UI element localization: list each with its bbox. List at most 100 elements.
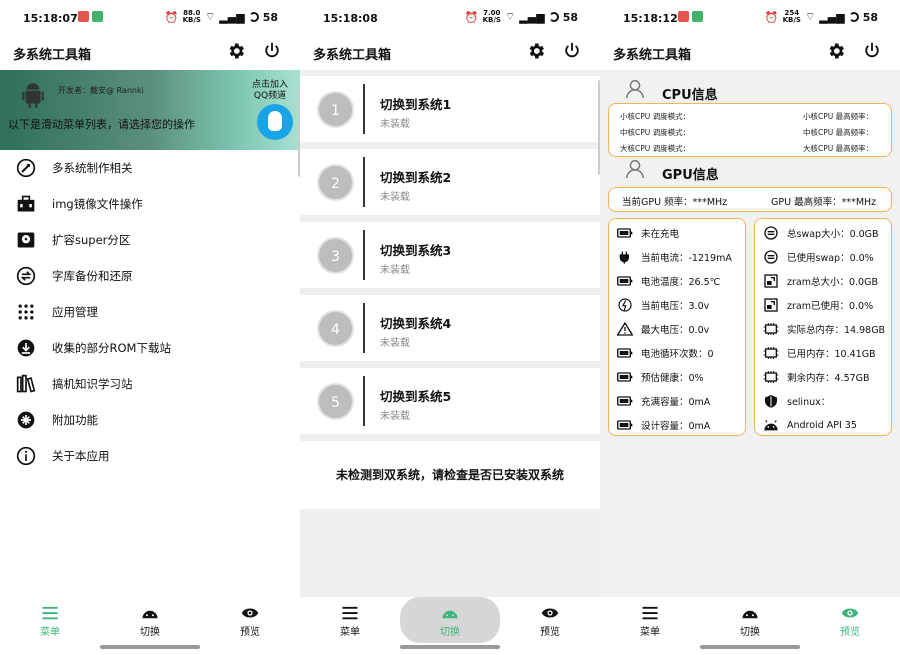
eye-icon — [241, 608, 259, 618]
android-icon — [22, 83, 44, 108]
power-icon[interactable] — [562, 41, 582, 61]
stat-row: zram总大小：0.0GB — [763, 269, 878, 293]
android-icon — [142, 610, 158, 619]
battery-full-icon — [617, 420, 633, 430]
stat-row: 设计容量：0mA — [617, 413, 710, 437]
system-card[interactable]: 5 切换到系统5 未装载 — [300, 368, 600, 434]
menu-list: 多系统制作相关 img镜像文件操作 扩容super分区 字库备份和还原 应用管理… — [0, 150, 300, 474]
stat-label: 已用内存：10.41GB — [787, 349, 876, 360]
no-dual-system-notice: 未检测到双系统，请检查是否已安装双系统 — [300, 441, 600, 509]
power-icon[interactable] — [262, 41, 282, 61]
gpu-info-box: 当前GPU 频率：***MHz GPU 最高频率：***MHz — [608, 187, 892, 212]
system-card[interactable]: 3 切换到系统3 未装载 — [300, 222, 600, 288]
warning-icon — [617, 322, 633, 336]
menu-hint: 以下是滑动菜单列表，请选择您的操作 — [8, 118, 195, 131]
nav-menu[interactable]: 菜单 — [15, 605, 85, 638]
apps-grid-icon — [18, 304, 34, 320]
stat-row: 总swap大小：0.0GB — [763, 221, 879, 245]
cpu-mid-maxfreq: 中核CPU 最高频率： — [803, 128, 874, 137]
gear-icon[interactable] — [226, 41, 246, 61]
preview-screen: 15:18:12 ⏰ 254 KB/S ⌔ ▂▄▆ 58 多系统工具箱 CPU信息… — [600, 0, 900, 655]
nav-menu[interactable]: 菜单 — [615, 605, 685, 638]
gesture-handle — [400, 645, 500, 649]
alarm-icon: ⏰ — [164, 10, 179, 24]
join-qq-link[interactable]: 点击加入 QQ频道 — [252, 80, 288, 102]
menu-item-label: 搞机知识学习站 — [52, 377, 133, 391]
signal-icon: ▂▄▆ — [519, 10, 545, 24]
card-divider — [363, 230, 365, 280]
battery-ring-icon — [848, 12, 859, 22]
stat-label: 已使用swap：0.0% — [787, 253, 874, 264]
nav-preview[interactable]: 预览 — [515, 605, 585, 638]
cpu-small-governor: 小核CPU 调度模式： — [620, 112, 691, 121]
gear-icon[interactable] — [826, 41, 846, 61]
stat-label: 剩余内存：4.57GB — [787, 373, 870, 384]
eye-icon — [841, 608, 859, 618]
person-icon — [626, 160, 644, 179]
menu-banner: 开发者：戴安@ Rannki 点击加入 QQ频道 以下是滑动菜单列表，请选择您的操… — [0, 70, 300, 150]
nav-switch[interactable]: 切换 — [400, 597, 500, 643]
nav-preview[interactable]: 预览 — [815, 605, 885, 638]
status-right: ⏰ 88.0 KB/S ⌔ ▂▄▆ 58 — [165, 10, 278, 24]
menu-item-extra[interactable]: 附加功能 — [0, 402, 300, 438]
memory-icon — [763, 323, 779, 335]
status-time: 15:18:08 — [323, 12, 378, 25]
stat-row: 未在充电 — [617, 221, 679, 245]
system-number: 2 — [317, 164, 354, 201]
menu-item-label: 扩容super分区 — [52, 233, 131, 247]
status-right: ⏰ 7.00 KB/S ⌔ ▂▄▆ 58 — [465, 10, 578, 24]
menu-item-apps[interactable]: 应用管理 — [0, 294, 300, 330]
gpu-section-title: GPU信息 — [662, 168, 719, 183]
nav-menu[interactable]: 菜单 — [315, 605, 385, 638]
system-title: 切换到系统2 — [380, 170, 452, 185]
qq-icon[interactable] — [257, 104, 293, 140]
system-title: 切换到系统5 — [380, 389, 452, 404]
menu-item-multisystem[interactable]: 多系统制作相关 — [0, 150, 300, 186]
app-title: 多系统工具箱 — [613, 48, 692, 63]
status-time: 15:18:07 — [23, 12, 78, 25]
system-card[interactable]: 1 切换到系统1 未装载 — [300, 76, 600, 142]
system-card[interactable]: 2 切换到系统2 未装载 — [300, 149, 600, 215]
card-divider — [363, 303, 365, 353]
status-bar: 15:18:08 ⏰ 7.00 KB/S ⌔ ▂▄▆ 58 — [300, 0, 600, 36]
stat-row: 剩余内存：4.57GB — [763, 365, 870, 389]
nav-preview[interactable]: 预览 — [215, 605, 285, 638]
stat-label: zram总大小：0.0GB — [787, 277, 878, 288]
info-icon — [16, 446, 36, 466]
menu-item-about[interactable]: 关于本应用 — [0, 438, 300, 474]
system-number: 5 — [317, 383, 354, 420]
system-card[interactable]: 4 切换到系统4 未装载 — [300, 295, 600, 361]
app-bar: 多系统工具箱 — [0, 36, 300, 70]
swap-icon — [764, 226, 778, 240]
battery-level: 58 — [262, 10, 278, 24]
cpu-big-maxfreq: 大核CPU 最高频率： — [803, 144, 874, 153]
stat-label: 总swap大小：0.0GB — [787, 229, 879, 240]
status-right: ⏰ 254 KB/S ⌔ ▂▄▆ 58 — [765, 10, 878, 24]
system-status: 未装载 — [380, 265, 410, 276]
menu-item-rom-download[interactable]: 收集的部分ROM下载站 — [0, 330, 300, 366]
notification-icons — [78, 11, 103, 22]
menu-icon — [342, 606, 358, 620]
nav-switch[interactable]: 切换 — [115, 605, 185, 638]
menu-item-backup[interactable]: 字库备份和还原 — [0, 258, 300, 294]
power-icon[interactable] — [862, 41, 882, 61]
network-speed: 88.0 KB/S — [182, 9, 201, 24]
harddisk-icon — [17, 232, 35, 248]
menu-item-label: 附加功能 — [52, 413, 98, 427]
zram-icon — [764, 274, 778, 288]
battery-temp-icon — [617, 276, 633, 286]
menu-item-img[interactable]: img镜像文件操作 — [0, 186, 300, 222]
network-speed: 7.00 KB/S — [482, 9, 501, 24]
stat-row: 当前电压：3.0v — [617, 293, 709, 317]
menu-item-super[interactable]: 扩容super分区 — [0, 222, 300, 258]
stat-label: 实际总内存：14.98GB — [787, 325, 886, 336]
nav-switch[interactable]: 切换 — [715, 605, 785, 638]
stat-row: 电池循环次数：0 — [617, 341, 714, 365]
menu-item-learning[interactable]: 搞机知识学习站 — [0, 366, 300, 402]
gesture-handle — [100, 645, 200, 649]
cpu-section-title: CPU信息 — [662, 88, 718, 103]
battery-charge-icon — [617, 396, 633, 406]
stat-label: 充满容量：0mA — [641, 397, 711, 408]
zram-used-icon — [764, 298, 778, 312]
gear-icon[interactable] — [526, 41, 546, 61]
